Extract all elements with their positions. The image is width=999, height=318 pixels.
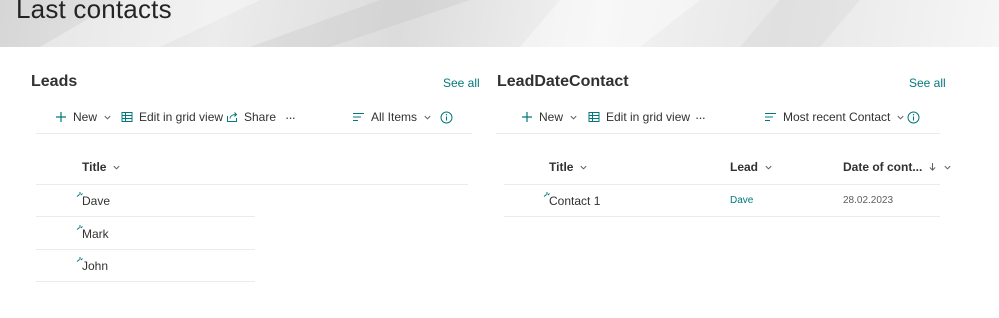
leads-column-title-label: Title [82, 160, 107, 174]
ldc-new-button[interactable]: New [521, 108, 578, 126]
leads-row-title[interactable]: Dave [82, 194, 110, 208]
more-icon: ··· [285, 109, 296, 125]
ldc-view-label: Most recent Contact [783, 110, 891, 124]
page-title: Last contacts [16, 0, 172, 24]
ldc-row-date: 28.02.2023 [843, 195, 894, 206]
leads-view-label: All Items [371, 110, 418, 124]
leads-header-divider [36, 184, 468, 185]
ldc-more-button[interactable]: ··· [695, 108, 706, 126]
info-icon [440, 111, 453, 123]
chevron-down-icon [104, 115, 111, 120]
chevron-down-icon [897, 115, 904, 120]
grid-icon [121, 112, 133, 122]
page-banner: Last contacts [0, 0, 999, 47]
ldc-info-button[interactable] [907, 108, 926, 126]
ldc-header-divider [504, 184, 940, 185]
chevron-down-icon [113, 165, 121, 170]
sort-down-icon [929, 162, 936, 171]
ldc-row-lead-link[interactable]: Dave [730, 195, 753, 206]
leads-new-label: New [73, 110, 98, 124]
leads-share-button[interactable]: Share [226, 108, 276, 126]
chevron-down-icon [580, 165, 588, 170]
ldc-new-label: New [539, 110, 564, 124]
leads-edit-grid-button[interactable]: Edit in grid view [121, 108, 223, 126]
ldc-row-divider [504, 216, 940, 217]
more-icon: ··· [695, 109, 706, 125]
leads-see-all-link[interactable]: See all [443, 76, 480, 90]
leads-view-selector[interactable]: All Items [352, 108, 432, 126]
leads-command-divider [36, 133, 472, 134]
leads-row-divider [36, 249, 255, 250]
leads-share-label: Share [244, 110, 277, 124]
info-icon [907, 111, 920, 123]
ldc-column-date[interactable]: Date of cont... [843, 160, 952, 174]
ldc-row-title[interactable]: Contact 1 [549, 194, 600, 208]
chevron-down-icon [570, 115, 577, 120]
ldc-edit-grid-button[interactable]: Edit in grid view [588, 108, 690, 126]
chevron-down-icon [424, 115, 431, 120]
leads-row-divider [36, 281, 255, 282]
share-icon [227, 112, 238, 122]
ldc-column-title[interactable]: Title [549, 160, 588, 174]
leaddatecontact-see-all-link[interactable]: See all [909, 76, 946, 90]
ldc-column-title-label: Title [549, 160, 574, 174]
chevron-down-icon [944, 165, 951, 170]
grid-icon [588, 112, 600, 122]
ldc-column-lead-label: Lead [730, 160, 759, 174]
view-lines-icon [353, 112, 364, 122]
plus-icon [56, 112, 66, 122]
leads-title: Leads [31, 73, 78, 90]
view-lines-icon [765, 112, 776, 122]
leads-row-title[interactable]: John [82, 259, 108, 273]
leads-row-divider [36, 216, 255, 217]
leads-new-button[interactable]: New [55, 108, 112, 126]
leads-info-button[interactable] [440, 108, 459, 126]
chevron-down-icon [765, 165, 772, 170]
ldc-column-date-label: Date of cont... [843, 160, 923, 174]
leaddatecontact-title: LeadDateContact [497, 73, 629, 90]
ldc-view-selector[interactable]: Most recent Contact [764, 108, 905, 126]
leads-column-title[interactable]: Title [82, 160, 121, 174]
leads-row-title[interactable]: Mark [82, 227, 109, 241]
leads-more-button[interactable]: ··· [285, 108, 296, 126]
plus-icon [522, 112, 532, 122]
ldc-command-divider [496, 133, 940, 134]
ldc-edit-grid-label: Edit in grid view [606, 110, 691, 124]
leads-edit-grid-label: Edit in grid view [139, 110, 224, 124]
ldc-column-lead[interactable]: Lead [730, 160, 773, 174]
